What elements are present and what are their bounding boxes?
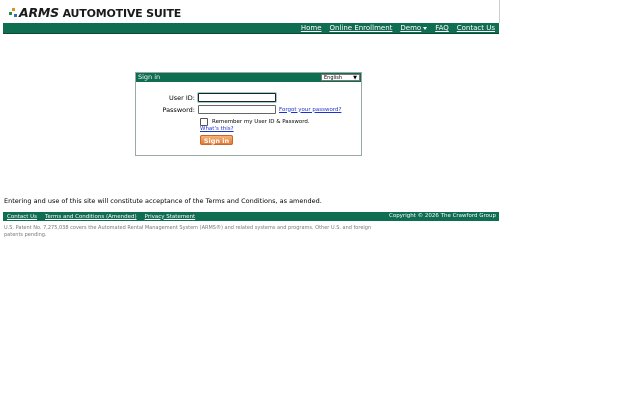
footer-contact-us[interactable]: Contact Us <box>7 214 37 220</box>
password-input[interactable] <box>198 105 276 114</box>
language-select[interactable]: English ▼ <box>321 74 360 81</box>
signin-title: Sign in <box>138 73 161 81</box>
chevron-down-icon <box>423 26 428 30</box>
copyright-text: Copyright © 2026 The Crawford Group <box>388 213 496 219</box>
nav-demo[interactable]: Demo <box>400 23 428 33</box>
arms-logo[interactable]: ARMS AUTOMOTIVE SUITE <box>9 5 181 20</box>
password-label: Password: <box>162 105 195 114</box>
userid-input[interactable] <box>198 93 276 102</box>
password-row: Password: Forgot your password? <box>136 105 341 114</box>
footer-privacy[interactable]: Privacy Statement <box>145 214 196 220</box>
nav-online-enrollment[interactable]: Online Enrollment <box>330 23 393 33</box>
logo-mark-icon <box>9 6 19 20</box>
header: ARMS AUTOMOTIVE SUITE <box>0 0 500 23</box>
signin-button[interactable]: Sign in <box>200 135 233 145</box>
signin-header: Sign in English ▼ <box>136 73 361 82</box>
userid-row: User ID: <box>136 93 276 102</box>
nav-contact-us[interactable]: Contact Us <box>457 23 495 33</box>
userid-label: User ID: <box>169 93 195 102</box>
top-nav: Home Online Enrollment Demo FAQ Contact … <box>3 23 499 34</box>
whats-this-link[interactable]: What's this? <box>200 126 234 132</box>
nav-home[interactable]: Home <box>301 23 322 33</box>
language-value: English <box>324 75 343 81</box>
logo-brand: ARMS <box>19 5 59 20</box>
footer-bar: Contact Us Terms and Conditions (Amended… <box>3 212 499 221</box>
remember-checkbox[interactable] <box>200 118 208 126</box>
signin-panel: Sign in English ▼ User ID: Password: For… <box>135 72 362 156</box>
patent-notice: U.S. Patent No. 7,275,038 covers the Aut… <box>4 225 372 238</box>
footer-terms[interactable]: Terms and Conditions (Amended) <box>45 214 137 220</box>
logo-text: ARMS AUTOMOTIVE SUITE <box>19 5 181 20</box>
chevron-down-icon: ▼ <box>353 75 357 81</box>
forgot-password-link[interactable]: Forgot your password? <box>279 107 341 113</box>
remember-row: Remember my User ID & Password. <box>200 118 310 126</box>
terms-notice: Entering and use of this site will const… <box>4 197 322 205</box>
nav-demo-label: Demo <box>400 24 422 32</box>
logo-suffix: AUTOMOTIVE SUITE <box>58 7 182 20</box>
nav-faq[interactable]: FAQ <box>435 23 449 33</box>
remember-label: Remember my User ID & Password. <box>212 119 310 125</box>
